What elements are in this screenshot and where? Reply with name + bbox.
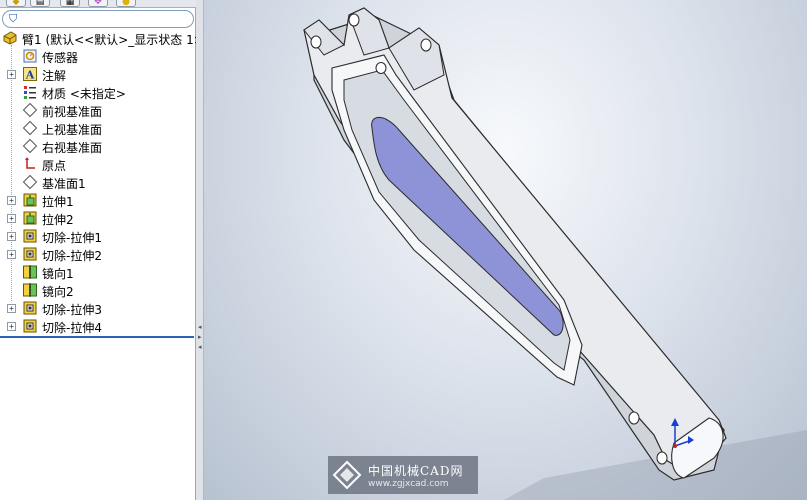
cut-extrude-icon xyxy=(22,228,38,244)
extrude-icon xyxy=(22,192,38,208)
watermark-title: 中国机械CAD网 xyxy=(368,463,464,478)
property-manager-tab[interactable]: ▤ xyxy=(30,0,50,7)
splitter-grip-icon: ◂ xyxy=(198,343,202,351)
plane-icon xyxy=(22,120,38,136)
plane-icon xyxy=(22,174,38,190)
plane-icon xyxy=(22,138,38,154)
dimxpert-tab[interactable]: ✥ xyxy=(88,0,108,7)
expand-toggle[interactable]: + xyxy=(7,70,16,79)
tree-item-label: 镜向1 xyxy=(42,267,74,281)
tree-item-material[interactable]: 材质 <未指定> xyxy=(0,83,196,101)
tree-item-cut-extrude3[interactable]: + 切除-拉伸3 xyxy=(0,299,196,317)
expand-toggle[interactable]: + xyxy=(7,214,16,223)
feature-filter-input[interactable]: ⛉ xyxy=(2,10,194,28)
tree-item-label: 基准面1 xyxy=(42,177,86,191)
tree-item-top-plane[interactable]: 上视基准面 xyxy=(0,119,196,137)
expand-toggle[interactable]: + xyxy=(7,232,16,241)
tree-item-cut-extrude4[interactable]: + 切除-拉伸4 xyxy=(0,317,196,335)
tree-item-label: 传感器 xyxy=(42,51,79,65)
part-model xyxy=(303,7,807,500)
tree-item-cut-extrude1[interactable]: + 切除-拉伸1 xyxy=(0,227,196,245)
tree-item-label: 镜向2 xyxy=(42,285,74,299)
feature-tree-icon: ◆ xyxy=(12,0,20,7)
tree-item-cut-extrude2[interactable]: + 切除-拉伸2 xyxy=(0,245,196,263)
tree-item-label: 右视基准面 xyxy=(42,141,103,155)
expand-toggle[interactable]: + xyxy=(7,322,16,331)
tree-item-label: 拉伸2 xyxy=(42,213,74,227)
extrude-icon xyxy=(22,210,38,226)
configuration-manager-tab[interactable]: ▦ xyxy=(60,0,80,7)
part-icon xyxy=(2,30,18,46)
cut-extrude-icon xyxy=(22,246,38,262)
panel-tab-bar: ◆ ▤ ▦ ✥ ● xyxy=(0,0,196,8)
tree-item-label: 切除-拉伸3 xyxy=(42,303,102,317)
tree-item-origin[interactable]: 原点 xyxy=(0,155,196,173)
panel-splitter[interactable] xyxy=(196,0,204,500)
tree-item-label: 切除-拉伸1 xyxy=(42,231,102,245)
tree-item-front-plane[interactable]: 前视基准面 xyxy=(0,101,196,119)
svg-text:A: A xyxy=(25,69,35,82)
tree-item-label: 切除-拉伸4 xyxy=(42,321,102,335)
expand-toggle[interactable]: + xyxy=(7,304,16,313)
tree-item-plane1[interactable]: 基准面1 xyxy=(0,173,196,191)
tree-item-extrude1[interactable]: + 拉伸1 xyxy=(0,191,196,209)
plane-icon xyxy=(22,102,38,118)
mirror-icon xyxy=(22,264,38,280)
graphics-area[interactable] xyxy=(204,0,807,500)
origin-icon xyxy=(22,156,38,172)
feature-manager-panel: ◆ ▤ ▦ ✥ ● ⛉ 臂1 (默认<<默认>_显示状态 1>) 传感器 + A xyxy=(0,0,208,500)
cut-extrude-icon xyxy=(22,300,38,316)
rollback-bar[interactable] xyxy=(0,336,194,338)
cut-extrude-icon xyxy=(22,318,38,334)
tree-item-label: 注解 xyxy=(42,69,67,83)
sensor-icon xyxy=(22,48,38,64)
tree-item-label: 前视基准面 xyxy=(42,105,103,119)
watermark: 中国机械CAD网 www.zgjxcad.com xyxy=(328,456,478,494)
tree-item-label: 切除-拉伸2 xyxy=(42,249,102,263)
expand-toggle[interactable]: + xyxy=(7,196,16,205)
display-icon: ● xyxy=(122,0,130,7)
feature-manager-tab[interactable]: ◆ xyxy=(6,0,26,7)
feature-tree: 臂1 (默认<<默认>_显示状态 1>) 传感器 + A 注解 材质 <未指定> xyxy=(0,29,208,335)
tree-item-label: 拉伸1 xyxy=(42,195,74,209)
property-icon: ▤ xyxy=(35,0,45,7)
dimxpert-icon: ✥ xyxy=(94,0,102,7)
expand-toggle[interactable]: + xyxy=(7,250,16,259)
tree-item-label: 材质 <未指定> xyxy=(42,87,126,101)
configuration-icon: ▦ xyxy=(65,0,75,7)
material-icon xyxy=(22,84,38,100)
watermark-logo-icon xyxy=(332,460,362,490)
watermark-url: www.zgjxcad.com xyxy=(368,478,449,489)
tree-root-label: 臂1 (默认<<默认>_显示状态 1>) xyxy=(22,33,209,47)
tree-item-mirror1[interactable]: 镜向1 xyxy=(0,263,196,281)
tree-item-mirror2[interactable]: 镜向2 xyxy=(0,281,196,299)
splitter-grip-icon: ▸ xyxy=(198,333,202,341)
tree-item-right-plane[interactable]: 右视基准面 xyxy=(0,137,196,155)
tree-item-label: 原点 xyxy=(42,159,67,173)
tree-item-extrude2[interactable]: + 拉伸2 xyxy=(0,209,196,227)
tree-root-part[interactable]: 臂1 (默认<<默认>_显示状态 1>) xyxy=(0,29,208,47)
tree-item-annotations[interactable]: + A 注解 xyxy=(0,65,196,83)
filter-icon: ⛉ xyxy=(9,12,18,25)
tree-item-sensors[interactable]: 传感器 xyxy=(0,47,196,65)
annotation-icon: A xyxy=(22,66,38,82)
display-manager-tab[interactable]: ● xyxy=(116,0,136,7)
tree-item-label: 上视基准面 xyxy=(42,123,103,137)
mirror-icon xyxy=(22,282,38,298)
splitter-grip-icon: ◂ xyxy=(198,323,202,331)
